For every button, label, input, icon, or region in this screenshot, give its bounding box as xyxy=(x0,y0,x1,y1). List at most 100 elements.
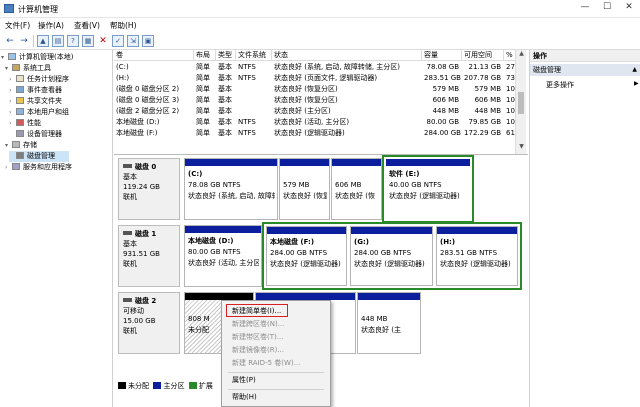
disk-1-label[interactable]: 磁盘 1 基本 931.51 GB 联机 xyxy=(118,225,180,287)
tree-item-system-tools[interactable]: ▾ 系统工具 xyxy=(5,63,51,74)
legend-unallocated-swatch xyxy=(118,382,126,389)
expand-arrow-icon[interactable]: › xyxy=(9,107,16,118)
tree-item-label: 事件查看器 xyxy=(27,86,62,94)
table-row[interactable]: (H:) 简单 基本 NTFS 状态良好 (页面文件, 逻辑驱动器) 283.51 GB 2… xyxy=(114,73,515,84)
navigation-tree: ▾ 计算机管理(本地) ▾ 系统工具 › 任务计划程序 › 事件查看器 › 共享文件夹 ›… xyxy=(0,50,113,407)
column-header-status[interactable]: 状态 xyxy=(272,50,422,61)
menu-new-spanned-volume[interactable]: 新建跨区卷(N)... xyxy=(222,318,330,331)
tree-item-services-apps[interactable]: › 服务和应用程序 xyxy=(5,162,72,173)
menu-help[interactable]: 帮助(H) xyxy=(110,20,137,31)
partition-size: 80.00 GB NTFS xyxy=(188,248,241,256)
tree-item-local-users[interactable]: › 本地用户和组 xyxy=(9,107,69,118)
minimize-button[interactable]: — xyxy=(574,2,596,12)
table-cell: 本地磁盘 (F:) xyxy=(116,129,158,137)
vertical-scrollbar[interactable]: ▲ ▼ xyxy=(515,50,526,154)
tree-item-event-viewer[interactable]: › 事件查看器 xyxy=(9,85,62,96)
partition-size: 579 MB xyxy=(283,181,310,189)
scroll-up-icon[interactable]: ▲ xyxy=(516,50,527,60)
table-cell: 606 MB xyxy=(432,96,459,104)
expand-arrow-icon[interactable]: ▾ xyxy=(5,63,12,74)
partition-recovery-2[interactable]: 606 MB 状态良好 (恢 xyxy=(331,158,382,220)
partition-status: 状态良好 (逻辑驱动器) xyxy=(270,260,341,268)
partition-size: 283.51 GB NTFS xyxy=(440,249,498,257)
expand-arrow-icon[interactable]: ▾ xyxy=(1,52,8,63)
maximize-button[interactable]: ☐ xyxy=(596,2,618,12)
tree-item-label: 性能 xyxy=(27,119,41,127)
export-icon[interactable]: ⇲ xyxy=(127,35,139,47)
tree-item-storage[interactable]: ▾ 存储 xyxy=(5,140,37,151)
expand-arrow-icon[interactable]: › xyxy=(9,96,16,107)
check-icon[interactable]: ✓ xyxy=(112,35,124,47)
column-header-free-space[interactable]: 可用空间 xyxy=(462,50,504,61)
partition-d[interactable]: 本地磁盘 (D:) 80.00 GB NTFS 状态良好 (活动, 主分区) xyxy=(184,225,262,287)
partition-c[interactable]: (C:) 78.08 GB NTFS 状态良好 (系统, 启动, 故障转储, 主分区… xyxy=(184,158,278,220)
menu-view[interactable]: 查看(V) xyxy=(74,20,100,31)
expand-arrow-icon[interactable]: › xyxy=(9,118,16,129)
table-row[interactable]: 本地磁盘 (D:) 简单 基本 NTFS 状态良好 (活动, 主分区) 80.00 GB 7… xyxy=(114,117,515,128)
disk-2-label[interactable]: 磁盘 2 可移动 15.00 GB 联机 xyxy=(118,292,180,354)
tree-item-disk-management[interactable]: 磁盘管理 xyxy=(9,151,69,162)
actions-section-disk-management[interactable]: 磁盘管理 ▲ xyxy=(530,64,640,76)
menu-properties[interactable]: 属性(P) xyxy=(222,374,330,387)
menu-new-raid5-volume[interactable]: 新建 RAID-5 卷(W)... xyxy=(222,357,330,370)
table-row[interactable]: (磁盘 0 磁盘分区 3) 简单 基本 状态良好 (恢复分区) 606 MB 606 MB… xyxy=(114,95,515,106)
view-icon[interactable]: ▣ xyxy=(142,35,154,47)
partition-size: 448 MB xyxy=(361,315,388,323)
menu-help-item[interactable]: 帮助(H) xyxy=(222,391,330,404)
menu-file[interactable]: 文件(F) xyxy=(5,20,30,31)
scroll-down-icon[interactable]: ▼ xyxy=(516,143,527,153)
expand-arrow-icon[interactable]: ▾ xyxy=(5,140,12,151)
scroll-thumb[interactable] xyxy=(518,92,524,114)
partition-f[interactable]: 本地磁盘 (F:) 284.00 GB NTFS 状态良好 (逻辑驱动器) xyxy=(266,226,347,286)
performance-icon xyxy=(16,119,24,126)
tree-item-computer-management[interactable]: ▾ 计算机管理(本地) xyxy=(1,52,73,63)
legend: 未分配 主分区 扩展 xyxy=(118,381,213,391)
show-hide-tree-icon[interactable]: ▤ xyxy=(52,35,64,47)
legend-primary-swatch xyxy=(153,382,162,389)
close-x-icon[interactable]: ✕ xyxy=(97,35,109,47)
up-folder-icon[interactable]: ▲ xyxy=(37,35,49,47)
partition-h[interactable]: (H:) 283.51 GB NTFS 状态良好 (逻辑驱动器) xyxy=(436,226,518,286)
partition-bar xyxy=(437,227,517,234)
table-row[interactable]: (磁盘 2 磁盘分区 2) 简单 基本 状态良好 (主分区) 448 MB 448 MB 1… xyxy=(114,106,515,117)
column-header-type[interactable]: 类型 xyxy=(216,50,236,61)
toolbar: ← → ▲ ▤ ? ▦ ✕ ✓ ⇲ ▣ xyxy=(0,32,640,50)
table-row[interactable]: 本地磁盘 (F:) 简单 基本 NTFS 状态良好 (逻辑驱动器) 284.00 GB 17… xyxy=(114,128,515,139)
tree-item-performance[interactable]: › 性能 xyxy=(9,118,41,129)
menu-new-simple-volume[interactable]: 新建简单卷(I)... xyxy=(226,304,288,317)
partition-recovery-1[interactable]: 579 MB 状态良好 (恢复 xyxy=(279,158,330,220)
close-button[interactable]: ✕ xyxy=(618,2,640,12)
menu-new-mirrored-volume[interactable]: 新建镜像卷(R)... xyxy=(222,344,330,357)
collapse-up-icon[interactable]: ▲ xyxy=(632,64,637,76)
column-header-volume[interactable]: 卷 xyxy=(114,50,194,61)
services-icon xyxy=(12,163,20,170)
disk-0-label[interactable]: 磁盘 0 基本 119.24 GB 联机 xyxy=(118,158,180,220)
disk-type: 基本 xyxy=(123,173,137,181)
tree-item-device-manager[interactable]: 设备管理器 xyxy=(9,129,62,140)
back-arrow-icon[interactable]: ← xyxy=(4,35,16,47)
disk-icon xyxy=(16,152,24,159)
column-header-filesystem[interactable]: 文件系统 xyxy=(236,50,272,61)
toolbar-divider xyxy=(33,35,34,47)
disk-icon xyxy=(123,231,132,235)
column-header-layout[interactable]: 布局 xyxy=(194,50,216,61)
more-actions[interactable]: 更多操作 ▶ xyxy=(546,80,639,90)
table-cell: 283.51 GB xyxy=(424,74,461,82)
table-row[interactable]: (C:) 简单 基本 NTFS 状态良好 (系统, 启动, 故障转储, 主分区) 78.0… xyxy=(114,62,515,73)
expand-arrow-icon[interactable]: › xyxy=(9,85,16,96)
partition-disk2-primary-2[interactable]: 448 MB 状态良好 (主 xyxy=(357,292,421,354)
partition-g[interactable]: (G:) 284.00 GB NTFS 状态良好 (逻辑驱动器) xyxy=(350,226,433,286)
menu-new-striped-volume[interactable]: 新建带区卷(T)... xyxy=(222,331,330,344)
partition-e[interactable]: 软件 (E:) 40.00 GB NTFS 状态良好 (逻辑驱动器) xyxy=(382,155,474,223)
menu-action[interactable]: 操作(A) xyxy=(38,20,64,31)
column-header-capacity[interactable]: 容量 xyxy=(422,50,462,61)
forward-arrow-icon[interactable]: → xyxy=(18,35,30,47)
expand-arrow-icon[interactable]: › xyxy=(5,162,12,173)
tree-item-task-scheduler[interactable]: › 任务计划程序 xyxy=(9,74,69,85)
help-icon[interactable]: ? xyxy=(67,35,79,47)
expand-arrow-icon[interactable]: › xyxy=(9,74,16,85)
properties-icon[interactable]: ▦ xyxy=(82,35,94,47)
table-row[interactable]: (磁盘 0 磁盘分区 2) 简单 基本 状态良好 (恢复分区) 579 MB 579 MB… xyxy=(114,84,515,95)
partition-bar xyxy=(256,293,355,300)
tree-item-shared-folders[interactable]: › 共享文件夹 xyxy=(9,96,62,107)
